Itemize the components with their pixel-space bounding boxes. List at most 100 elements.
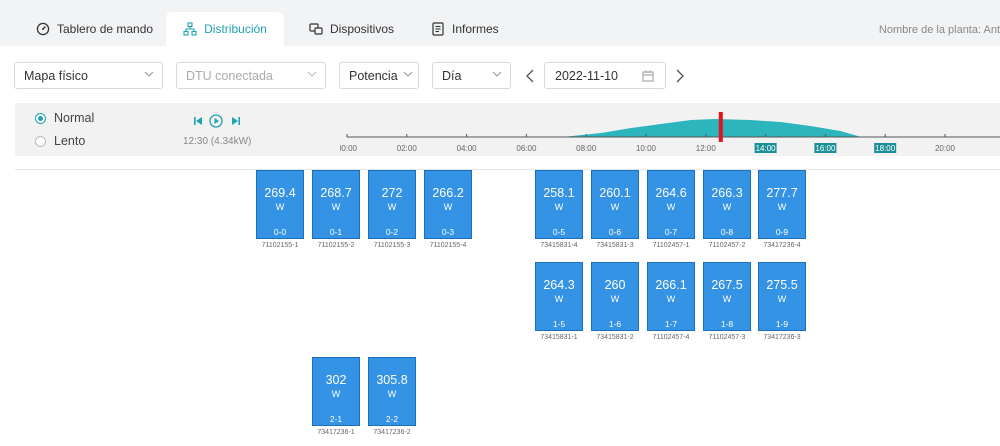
solar-panel[interactable]: 264.6 W 0-7 [647,170,695,239]
radio-unchecked-icon [35,135,46,147]
panel-power: 267.5 [711,278,743,292]
solar-panel[interactable]: 260 W 1-6 [591,262,639,331]
play-button[interactable] [209,114,223,128]
panel-position: 1-5 [552,319,566,329]
skip-forward-button[interactable] [231,116,241,126]
dashboard-icon [36,22,50,36]
solar-panel[interactable]: 277.7 W 0-9 [758,170,806,239]
solar-panel[interactable]: 266.1 W 1-7 [647,262,695,331]
timeline-tick-label: 18:00 [875,144,896,153]
solar-panel[interactable]: 266.2 W 0-3 [424,170,472,239]
solar-panel[interactable]: 275.5 W 1-9 [758,262,806,331]
chevron-down-icon [403,71,413,77]
timeline-tick-label: 12:00 [696,144,717,153]
chevron-down-icon [307,71,317,77]
next-date-button[interactable] [676,69,684,83]
panel-serial: 71102155-4 [429,242,467,249]
tab-distribution-label: Distribución [204,22,267,36]
speed-normal-radio[interactable]: Normal [35,111,94,125]
panel-position: 0-7 [664,227,678,237]
panel-unit: W [610,294,620,304]
dtu-value: DTU conectada [186,68,273,83]
timeline-tick-label: 14:00 [756,144,777,153]
timeline-tick-label: 02:00 [397,144,418,153]
panel-unit: W [331,389,341,399]
panel-unit: W [777,202,787,212]
panel-serial: 73415831-4 [540,242,578,249]
panel-position: 1-6 [608,319,622,329]
solar-panel[interactable]: 266.3 W 0-8 [703,170,751,239]
panel-power: 305.8 [376,373,408,387]
metric-value: Potencia [349,68,398,83]
tab-devices-label: Dispositivos [330,22,395,36]
tab-dashboard-label: Tablero de mando [57,22,154,36]
dtu-select[interactable]: DTU conectada [176,62,326,89]
skip-back-button[interactable] [193,116,203,126]
radio-checked-icon [35,112,46,124]
panel-unit: W [387,389,397,399]
timeline-tick-label: 00:00 [340,144,358,153]
panel-power: 302 [325,373,347,387]
panel-unit: W [387,202,397,212]
period-select[interactable]: Día [432,62,511,89]
panel-serial: 71102155-1 [261,242,299,249]
panel-unit: W [554,202,564,212]
panel-position: 0-8 [720,227,734,237]
chevron-down-icon [144,71,154,77]
panel-position: 0-1 [329,227,343,237]
speed-slow-radio[interactable]: Lento [35,134,85,148]
solar-panel[interactable]: 305.8 W 2-2 [368,357,416,426]
solar-panel[interactable]: 267.5 W 1-8 [703,262,751,331]
panel-serial: 73415831-1 [540,334,578,341]
panel-serial: 71102155-3 [373,242,411,249]
panel-power: 275.5 [766,278,798,292]
tab-distribution[interactable]: Distribución [166,12,284,46]
solar-panel[interactable]: 272 W 0-2 [368,170,416,239]
panel-power: 264.3 [543,278,575,292]
panel-serial: 73415831-2 [596,334,634,341]
timeline-tick-label: 10:00 [636,144,657,153]
timeline-tick-label: 20:00 [935,144,956,153]
panel-power: 268.7 [320,186,352,200]
map-type-select[interactable]: Mapa físico [14,62,163,89]
solar-panel[interactable]: 258.1 W 0-5 [535,170,583,239]
solar-panel[interactable]: 302 W 2-1 [312,357,360,426]
panel-serial: 71102457-2 [708,242,746,249]
panel-position: 0-0 [273,227,287,237]
power-area [562,119,862,137]
current-time-marker[interactable] [718,112,723,142]
playback-status: 12:30 (4.34kW) [183,136,252,147]
date-picker[interactable]: 2022-11-10 [544,62,666,89]
panel-position: 0-9 [775,227,789,237]
panel-position: 0-2 [385,227,399,237]
metric-select[interactable]: Potencia [339,62,419,89]
solar-panel[interactable]: 269.4 W 0-0 [256,170,304,239]
panel-power: 269.4 [264,186,296,200]
timeline-chart[interactable]: 00:00 02:00 04:00 06:00 08:00 10:00 12:00 14:00… [340,103,1000,156]
tab-reports[interactable]: Informes [431,12,499,46]
tab-reports-label: Informes [452,22,499,36]
timeline-tick-label: 08:00 [576,144,597,153]
period-value: Día [442,68,462,83]
panel-serial: 73415831-3 [596,242,634,249]
panel-unit: W [554,294,564,304]
tab-devices[interactable]: Dispositivos [309,12,394,46]
panel-serial: 71102457-3 [708,334,746,341]
solar-panel[interactable]: 264.3 W 1-5 [535,262,583,331]
solar-panel[interactable]: 260.1 W 0-6 [591,170,639,239]
panel-power: 266.1 [655,278,687,292]
panel-serial: 73417236-1 [317,429,355,436]
distribution-icon [183,22,197,36]
panel-position: 1-7 [664,319,678,329]
panel-power: 272 [381,186,403,200]
prev-date-button[interactable] [526,69,534,83]
panel-power: 266.2 [432,186,464,200]
solar-panel[interactable]: 268.7 W 0-1 [312,170,360,239]
panel-power: 260.1 [599,186,631,200]
panel-unit: W [666,202,676,212]
top-nav: Tablero de mando Distribución Dispositiv… [0,0,1000,46]
panel-unit: W [610,202,620,212]
panel-position: 0-5 [552,227,566,237]
tab-dashboard[interactable]: Tablero de mando [36,12,153,46]
timeline-tick-label: 16:00 [815,144,836,153]
